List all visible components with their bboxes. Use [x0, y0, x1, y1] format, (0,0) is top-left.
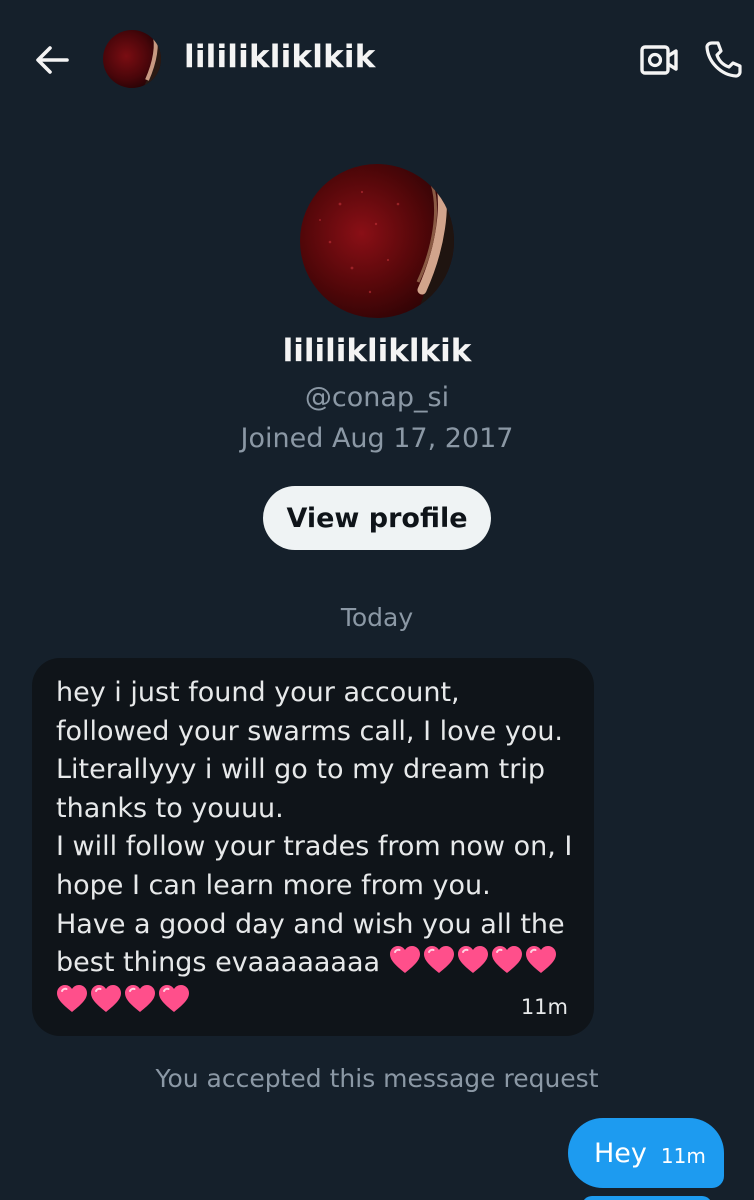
- received-message-time: 11m: [520, 995, 568, 1019]
- video-call-button[interactable]: [636, 38, 682, 82]
- message-line: hey i just found your account,: [56, 677, 460, 708]
- heart-emoji-icon: [525, 946, 556, 974]
- dm-conversation-screen: lililikliklkik lililikliklkik @conap_si …: [0, 0, 754, 1200]
- avatar-image: [103, 30, 161, 88]
- received-message-text: hey i just found your account, followed …: [56, 674, 576, 1021]
- video-camera-icon: [640, 45, 678, 75]
- message-line-text: best things evaaaaaaaa: [56, 947, 381, 979]
- message-line: followed your swarms call, I love you.: [56, 715, 564, 747]
- sent-message-text: Hey: [594, 1137, 647, 1169]
- arrow-left-icon: [36, 46, 69, 74]
- profile-avatar[interactable]: [300, 164, 454, 318]
- conversation-header: lililikliklkik: [0, 0, 754, 120]
- heart-emoji-icon: [57, 984, 87, 1012]
- heart-emoji-icon: [91, 984, 121, 1012]
- view-profile-button[interactable]: View profile: [263, 486, 491, 550]
- received-message-bubble[interactable]: hey i just found your account, followed …: [32, 658, 594, 1036]
- profile-joined-date: Joined Aug 17, 2017: [240, 423, 514, 454]
- header-display-name[interactable]: lililikliklkik: [184, 39, 376, 75]
- header-avatar[interactable]: [103, 30, 161, 88]
- profile-display-name: lililikliklkik: [282, 333, 472, 369]
- back-button[interactable]: [30, 38, 74, 82]
- heart-emoji-icon: [423, 946, 454, 974]
- heart-emoji-icon: [491, 946, 522, 974]
- sent-message-time: 11m: [660, 1144, 706, 1168]
- message-line: thanks to youuu.: [56, 792, 284, 824]
- heart-emoji-icon: [457, 946, 488, 974]
- message-line-with-hearts: best things evaaaaaaaa: [56, 944, 576, 983]
- heart-emoji-row: [389, 945, 557, 975]
- next-message-bubble-peek: [582, 1196, 712, 1200]
- profile-handle: @conap_si: [304, 382, 450, 413]
- sent-message-bubble[interactable]: Hey 11m: [568, 1118, 724, 1188]
- heart-emoji-icon: [389, 946, 420, 974]
- message-line: hope I can learn more from you.: [56, 869, 491, 901]
- message-line: I will follow your trades from now on, I: [56, 831, 573, 863]
- heart-emoji-icon: [125, 984, 155, 1012]
- message-line: Literallyyy i will go to my dream trip: [56, 754, 545, 786]
- heart-emoji-row: [56, 984, 190, 1014]
- message-line: Have a good day and wish you all the: [56, 908, 565, 940]
- avatar-image: [300, 164, 454, 318]
- heart-emoji-icon: [159, 984, 189, 1012]
- voice-call-button[interactable]: [700, 36, 746, 82]
- phone-icon: [705, 41, 742, 78]
- message-line-hearts: [56, 983, 576, 1022]
- message-request-note: You accepted this message request: [155, 1064, 599, 1093]
- date-separator: Today: [340, 603, 414, 632]
